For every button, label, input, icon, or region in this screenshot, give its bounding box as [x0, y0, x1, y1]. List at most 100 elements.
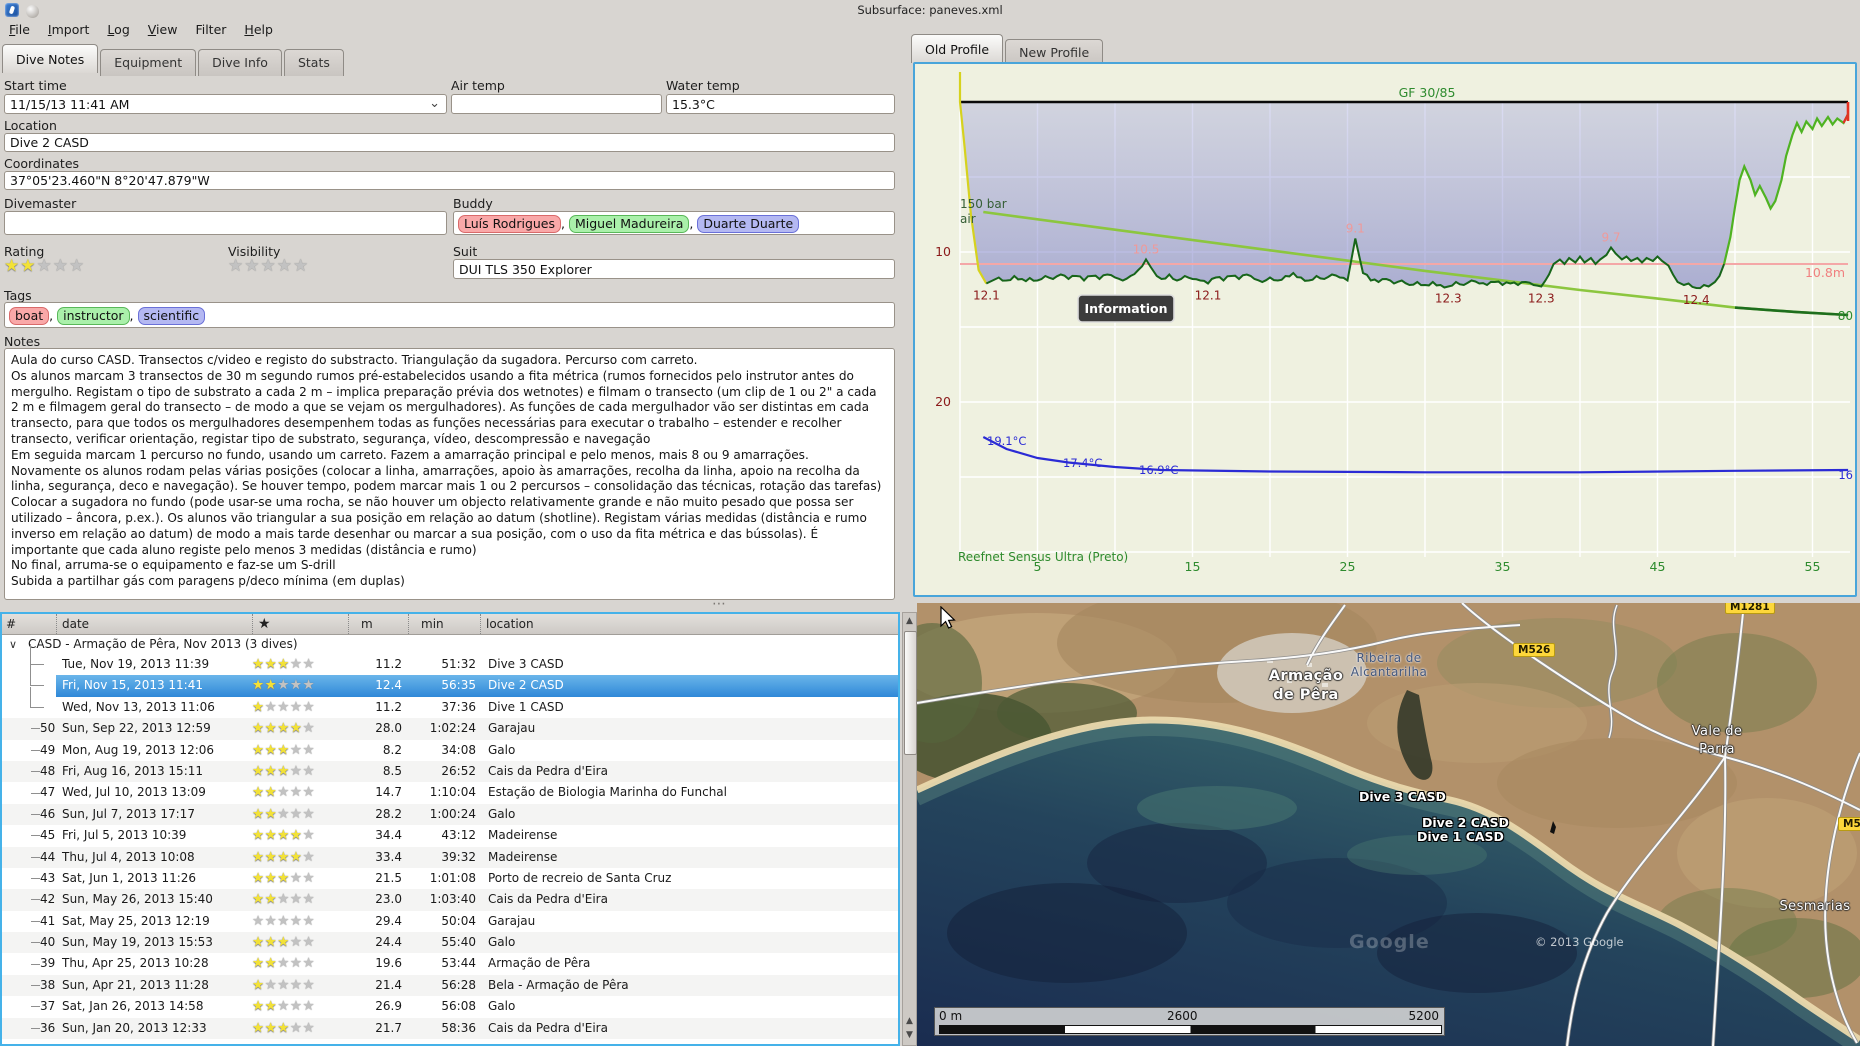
chip-luís-rodrigues[interactable]: Luís Rodrigues	[458, 215, 562, 233]
divemaster-input[interactable]	[4, 211, 447, 235]
star-icon: ★	[52, 256, 69, 276]
dive-site-label-1: Dive 1 CASD	[1417, 829, 1504, 844]
dive-row-num: 37	[2, 996, 56, 1017]
menu-item-view[interactable]: View	[139, 19, 187, 40]
column-header-stars[interactable]: ★	[252, 614, 348, 634]
air-temp-input[interactable]	[451, 94, 662, 114]
dive-list-table[interactable]: # date ★ m min location ∨ CASD - Armação de P…	[0, 612, 900, 1046]
chart-label: 25	[1340, 559, 1356, 574]
menu-item-file[interactable]: File	[0, 19, 39, 40]
star-icon: ★	[302, 762, 316, 779]
menu-item-import[interactable]: Import	[39, 19, 99, 40]
dive-profile-chart[interactable]: GF 30/85 5 15 25 35 45 55 10 20 150 bar air 80 10.8m…	[913, 62, 1857, 597]
tab-dive-notes[interactable]: Dive Notes	[2, 44, 99, 73]
column-header-num[interactable]: #	[2, 614, 56, 634]
chart-label: 12.3	[1435, 292, 1462, 306]
information-tooltip[interactable]: Information	[1077, 294, 1175, 323]
menu-item-log[interactable]: Log	[98, 19, 138, 40]
star-icon: ★	[264, 955, 278, 972]
dive-row[interactable]: 43 Sat, Jun 1, 2013 11:26 ★★★★★ 21.5 1:01:08…	[2, 868, 898, 889]
dive-row[interactable]: 45 Fri, Jul 5, 2013 10:39 ★★★★★ 34.4 43:12 Ma…	[2, 825, 898, 846]
dive-list-scrollbar[interactable]: ▲ ▲ ▼	[902, 612, 917, 1046]
scale-segments	[939, 1025, 1442, 1034]
tab-old-profile[interactable]: Old Profile	[911, 34, 1004, 63]
dive-location: Madeirense	[488, 828, 558, 843]
star-icon: ★	[289, 827, 303, 844]
chip-instructor[interactable]: instructor	[57, 307, 130, 325]
scroll-up2-icon[interactable]: ▲	[903, 1016, 916, 1026]
buddy-label: Buddy	[453, 196, 493, 211]
dive-depth: 28.2	[375, 806, 402, 821]
dive-trip-group-row[interactable]: ∨ CASD - Armação de Pêra, Nov 2013 (3 di…	[2, 635, 898, 654]
dive-row[interactable]: 48 Fri, Aug 16, 2013 15:11 ★★★★★ 8.5 26:52 Ca…	[2, 760, 898, 783]
visibility-stars[interactable]: ★★★★★	[228, 258, 309, 275]
dive-row[interactable]: Fri, Nov 15, 2013 11:41 ★★★★★ 12.4 56:35 Div…	[2, 665, 898, 697]
dive-row[interactable]: Wed, Nov 13, 2013 11:06 ★★★★★ 11.2 37:36 Div…	[2, 686, 898, 718]
buddy-input[interactable]: Luís Rodrigues, Miguel Madureira, Duarte…	[453, 211, 895, 235]
star-icon: ★	[36, 256, 53, 276]
column-header-min[interactable]: min	[408, 614, 480, 634]
dive-row[interactable]: Tue, Nov 19, 2013 11:39 ★★★★★ 11.2 51:32 Div…	[2, 644, 898, 675]
dive-number: 38	[40, 977, 56, 992]
star-icon: ★	[302, 720, 316, 737]
dive-row[interactable]: 37 Sat, Jan 26, 2013 14:58 ★★★★★ 26.9 56:08 G…	[2, 996, 898, 1017]
dive-row-num	[2, 644, 56, 675]
dive-list-header[interactable]: # date ★ m min location	[2, 614, 898, 635]
dive-row[interactable]: 41 Sat, May 25, 2013 12:19 ★★★★★ 29.4 50:04 G…	[2, 911, 898, 932]
chip-scientific[interactable]: scientific	[137, 307, 206, 325]
dive-row[interactable]: 40 Sun, May 19, 2013 15:53 ★★★★★ 24.4 55:40 G…	[2, 932, 898, 954]
column-header-location[interactable]: location	[480, 614, 898, 634]
map-satellite-view[interactable]: Ribeira de Alcantarilha Armação de Pêra Va…	[917, 603, 1860, 1046]
collapse-caret-icon[interactable]: ∨	[9, 635, 17, 654]
start-time-combobox[interactable]: 11/15/13 11:41 AM ⌄	[4, 94, 447, 114]
chip-boat[interactable]: boat	[9, 307, 50, 325]
scroll-up-icon[interactable]: ▲	[903, 616, 916, 626]
star-icon: ★	[252, 848, 265, 865]
air-temp-label: Air temp	[451, 78, 505, 93]
scroll-down-icon[interactable]: ▼	[903, 1030, 916, 1040]
dive-duration: 39:32	[441, 849, 476, 864]
dive-row[interactable]: 47 Wed, Jul 10, 2013 13:09 ★★★★★ 14.7 1:10:0…	[2, 782, 898, 803]
tab-dive-info[interactable]: Dive Info	[198, 49, 282, 76]
map-attribution: © 2013 Google	[1535, 935, 1624, 949]
chart-label: air	[960, 212, 976, 226]
star-icon: ★	[244, 256, 261, 276]
star-icon: ★	[277, 656, 290, 672]
coordinates-input[interactable]	[4, 171, 895, 190]
dive-row-num: 38	[2, 975, 56, 996]
dive-row[interactable]: 46 Sun, Jul 7, 2013 17:17 ★★★★★ 28.2 1:00:24…	[2, 803, 898, 826]
suit-input[interactable]	[453, 259, 895, 279]
tree-dash-icon	[31, 920, 40, 922]
start-time-label: Start time	[4, 78, 67, 93]
tree-dash-icon	[31, 899, 40, 901]
star-icon: ★	[302, 741, 316, 758]
tab-equipment[interactable]: Equipment	[100, 49, 197, 76]
dive-row[interactable]: 38 Sun, Apr 21, 2013 11:28 ★★★★★ 21.4 56:28 B…	[2, 974, 898, 997]
menu-item-help[interactable]: Help	[235, 19, 282, 40]
dive-row[interactable]: 49 Mon, Aug 19, 2013 12:06 ★★★★★ 8.2 34:08 Ga…	[2, 740, 898, 761]
water-temp-input[interactable]	[666, 94, 895, 114]
chip-miguel-madureira[interactable]: Miguel Madureira	[568, 215, 690, 233]
tags-input[interactable]: boat, instructor, scientific	[4, 302, 895, 328]
tree-dash-icon	[31, 1006, 40, 1008]
horizontal-splitter-handle[interactable]: ⋯	[712, 597, 728, 611]
rating-stars[interactable]: ★★★★★	[4, 258, 85, 275]
dive-row[interactable]: 39 Thu, Apr 25, 2013 10:28 ★★★★★ 19.6 53:44 A…	[2, 953, 898, 974]
star-icon: ★	[289, 912, 303, 929]
dive-row[interactable]: 36 Sun, Jan 20, 2013 12:33 ★★★★★ 21.7 58:36 C…	[2, 1017, 898, 1040]
star-icon: ★	[252, 784, 265, 801]
dive-duration: 58:36	[441, 1020, 476, 1035]
location-input[interactable]	[4, 133, 895, 152]
column-header-date[interactable]: date	[56, 614, 252, 634]
menu-item-filter[interactable]: Filter	[186, 19, 235, 40]
star-icon: ★	[264, 741, 278, 758]
dive-row[interactable]: 50 Sun, Sep 22, 2013 12:59 ★★★★★ 28.0 1:02:2…	[2, 718, 898, 740]
column-header-depth[interactable]: m	[348, 614, 408, 634]
scrollbar-thumb[interactable]	[904, 631, 917, 755]
dive-row[interactable]: 42 Sun, May 26, 2013 15:40 ★★★★★ 23.0 1:03:4…	[2, 889, 898, 911]
notes-textarea[interactable]: Aula do curso CASD. Transectos c/video e…	[4, 348, 895, 600]
chip-duarte-duarte[interactable]: Duarte Duarte	[697, 215, 800, 233]
tab-stats[interactable]: Stats	[283, 49, 344, 76]
dive-row[interactable]: 44 Thu, Jul 4, 2013 10:08 ★★★★★ 33.4 39:32 Ma…	[2, 846, 898, 868]
dive-depth: 24.4	[375, 935, 402, 950]
